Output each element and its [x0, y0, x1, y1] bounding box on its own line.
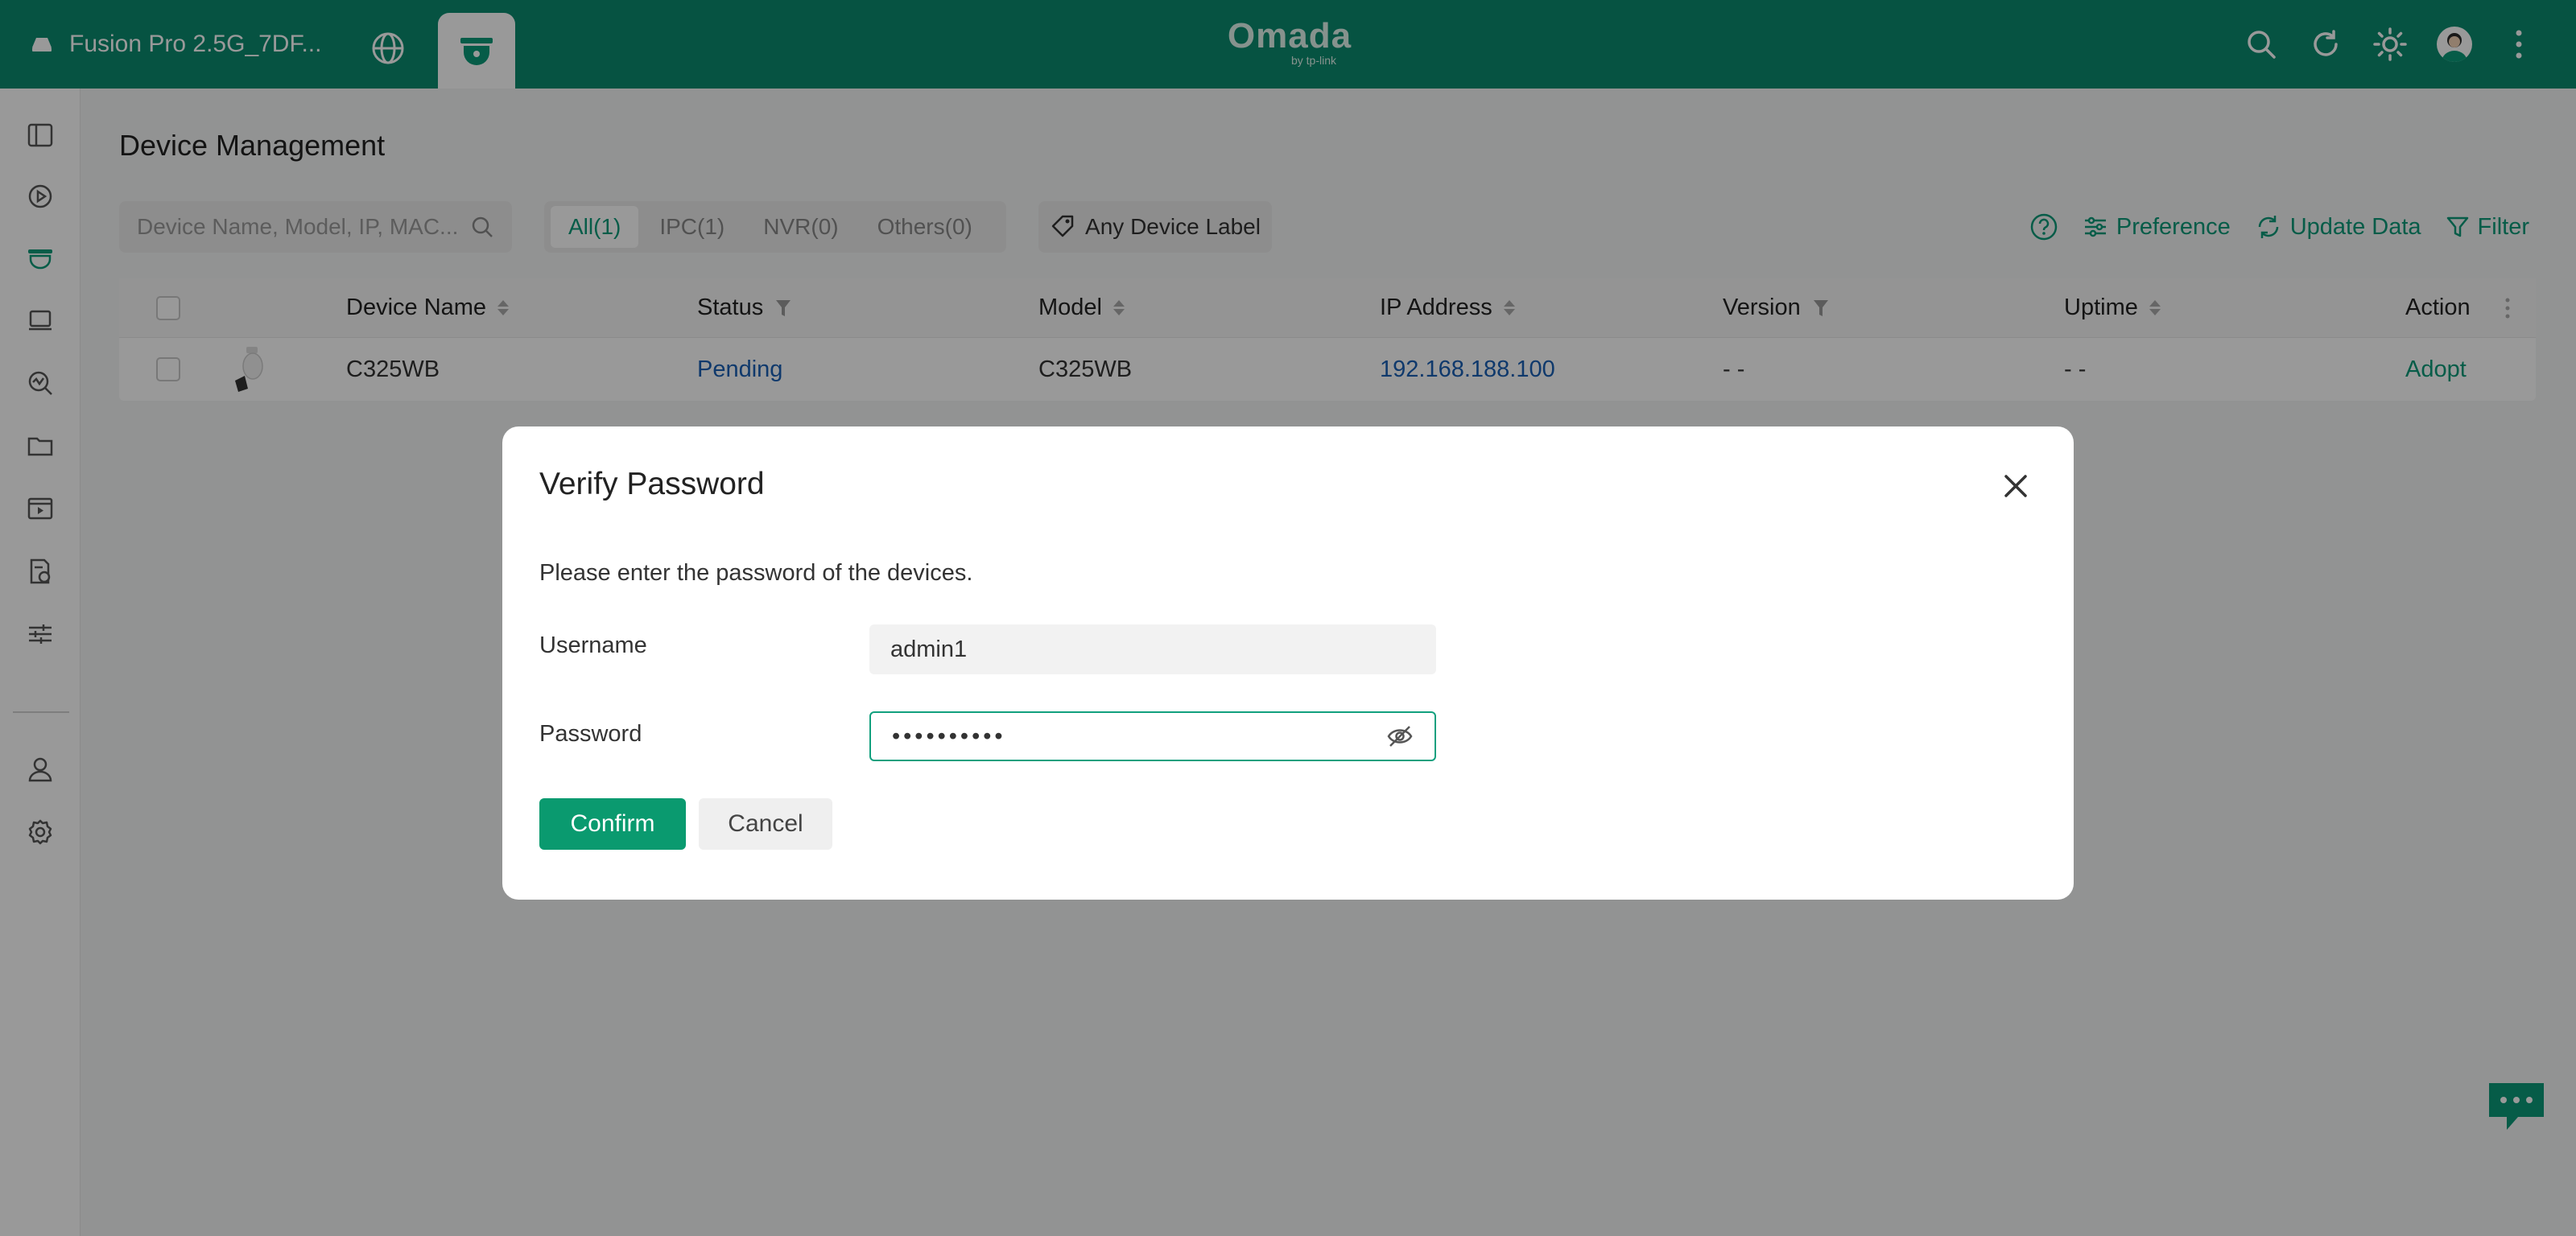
eye-off-icon[interactable] — [1386, 724, 1414, 748]
username-label: Username — [539, 632, 647, 658]
cancel-button[interactable]: Cancel — [699, 798, 832, 850]
dialog-title: Verify Password — [539, 467, 765, 501]
password-field[interactable]: •••••••••• — [869, 711, 1436, 761]
verify-password-dialog: Verify Password Please enter the passwor… — [502, 426, 2074, 900]
password-label: Password — [539, 721, 642, 747]
confirm-button[interactable]: Confirm — [539, 798, 686, 850]
username-field[interactable]: admin1 — [869, 624, 1436, 674]
dialog-description: Please enter the password of the devices… — [539, 560, 973, 586]
username-value: admin1 — [890, 636, 968, 662]
close-icon[interactable] — [2000, 470, 2032, 502]
password-value: •••••••••• — [892, 723, 1006, 749]
